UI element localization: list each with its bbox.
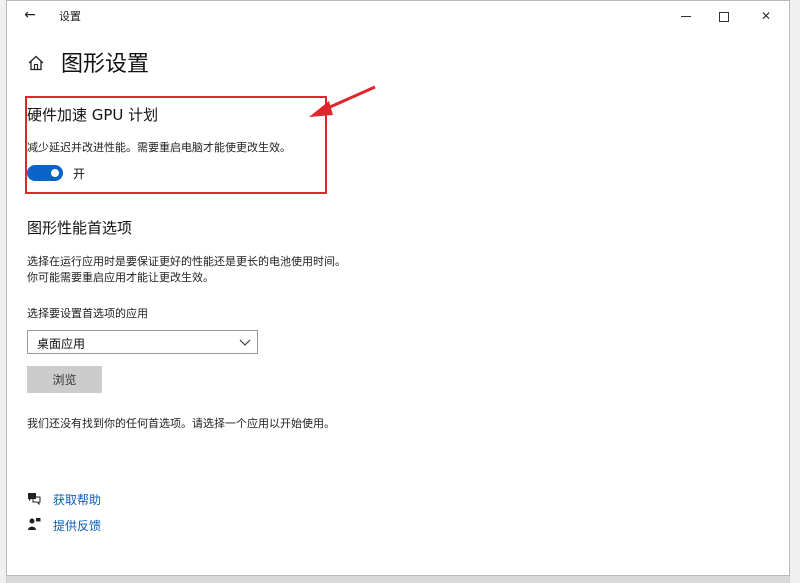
feedback-link[interactable]: 提供反馈 <box>53 517 101 534</box>
app-select-label: 选择要设置首选项的应用 <box>27 307 148 320</box>
app-type-select[interactable]: 桌面应用 <box>27 330 258 354</box>
preferences-description-line1: 选择在运行应用时是要保证更好的性能还是更长的电池使用时间。 <box>27 255 346 268</box>
background-window-right <box>789 0 800 583</box>
preferences-heading: 图形性能首选项 <box>27 219 133 237</box>
toggle-knob <box>51 169 59 177</box>
gpu-scheduling-heading: 硬件加速 GPU 计划 <box>27 106 159 124</box>
preferences-description-line2: 你可能需要重启应用才能让更改生效。 <box>27 271 214 284</box>
title-bar: ← 设置 ✕ <box>7 1 789 31</box>
maximize-icon <box>719 11 729 22</box>
settings-window: ← 设置 ✕ 图形设置 硬件加速 GPU 计划 减少延迟并改进性能。需要重启电脑… <box>6 0 790 576</box>
toggle-state-label: 开 <box>73 167 86 181</box>
annotation-arrow <box>309 85 376 117</box>
app-type-select-value: 桌面应用 <box>37 337 86 351</box>
home-icon[interactable] <box>27 54 45 72</box>
minimize-button[interactable] <box>667 1 705 31</box>
get-help-link[interactable]: 获取帮助 <box>53 491 101 508</box>
gpu-scheduling-description: 减少延迟并改进性能。需要重启电脑才能使更改生效。 <box>27 141 291 154</box>
minimize-icon <box>681 16 691 17</box>
maximize-button[interactable] <box>705 1 743 31</box>
close-button[interactable]: ✕ <box>747 1 785 31</box>
arrow-left-icon[interactable]: ← <box>21 6 39 24</box>
person-feedback-icon <box>28 518 41 530</box>
page-title: 图形设置 <box>61 52 150 77</box>
chat-help-icon <box>28 493 41 505</box>
window-title: 设置 <box>59 10 81 23</box>
chevron-down-icon <box>239 339 251 346</box>
empty-preferences-message: 我们还没有找到你的任何首选项。请选择一个应用以开始使用。 <box>27 417 335 430</box>
gpu-scheduling-toggle[interactable] <box>27 165 63 181</box>
browse-button[interactable]: 浏览 <box>27 366 102 393</box>
